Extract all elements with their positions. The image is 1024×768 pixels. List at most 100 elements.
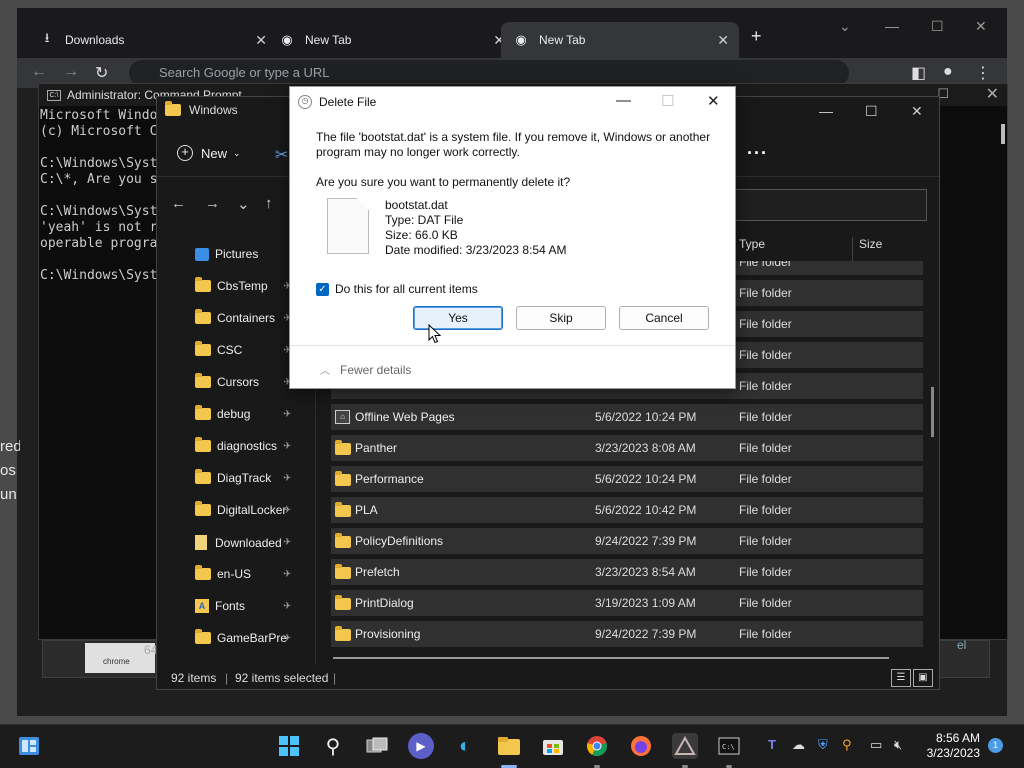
tab-strip: ⭳ Downloads ✕ ◉ New Tab ✕ ◉ New Tab ✕ + …	[17, 8, 1007, 58]
close-icon[interactable]: ✕	[911, 103, 923, 120]
pin-icon: ✈	[283, 504, 292, 516]
notification-badge[interactable]: 1	[988, 738, 1003, 753]
volume-muted-icon[interactable]: 🔇︎	[894, 737, 902, 753]
edge-icon[interactable]: ◐	[452, 733, 478, 759]
close-icon[interactable]: ✕	[986, 84, 999, 104]
app-icon[interactable]	[672, 733, 698, 759]
terminal-icon[interactable]: C:\	[716, 733, 742, 759]
recent-chevron-icon[interactable]: ⌄	[237, 195, 250, 213]
folder-icon	[195, 565, 211, 580]
minimize-icon[interactable]: —	[616, 92, 631, 109]
onedrive-icon[interactable]: ☁	[792, 737, 805, 753]
folder-icon	[195, 469, 211, 484]
firefox-icon[interactable]	[628, 733, 654, 759]
fewer-details-toggle[interactable]: ︿ Fewer details	[320, 362, 411, 378]
network-icon[interactable]: ▭	[870, 737, 882, 753]
pin-icon: ✈	[283, 632, 292, 644]
defender-icon[interactable]: ⛨	[818, 737, 828, 753]
magnifier-icon[interactable]: ⚲	[842, 737, 852, 753]
widgets-icon[interactable]	[16, 733, 42, 759]
cut-icon[interactable]: ✂	[275, 145, 288, 165]
profile-icon[interactable]: ●	[943, 63, 953, 81]
forward-icon[interactable]: →	[63, 63, 79, 81]
minimize-icon[interactable]: —	[819, 103, 833, 119]
explorer-title: Windows	[189, 103, 238, 117]
teams-chat-icon[interactable]: ▶	[408, 733, 434, 759]
cancel-button[interactable]: Cancel	[619, 306, 709, 330]
tab-new-tab[interactable]: ◉ New Tab ✕	[267, 22, 515, 58]
status-bar: 92 items | 92 items selected | ☰ ▣	[157, 667, 939, 689]
search-icon[interactable]: ⚲	[320, 733, 346, 759]
sidebar-item-diagtrack[interactable]: DiagTrack ✈	[195, 469, 307, 485]
chrome-icon[interactable]	[584, 733, 610, 759]
horizontal-scrollbar-thumb[interactable]	[333, 657, 889, 659]
file-type: File folder	[739, 410, 792, 424]
sidebar-item-en-us[interactable]: en-US ✈	[195, 565, 307, 581]
checkbox-checked-icon[interactable]: ✓	[316, 282, 329, 296]
menu-icon[interactable]: ⋮	[975, 63, 991, 83]
sidebar-item-gamebarpre[interactable]: GameBarPre ✈	[195, 629, 307, 645]
maximize-icon[interactable]: ☐	[931, 18, 944, 35]
vertical-scrollbar-thumb[interactable]	[931, 387, 934, 437]
taskbar-clock[interactable]: 8:56 AM 3/23/2023	[920, 731, 980, 761]
maximize-icon[interactable]: ☐	[865, 103, 878, 120]
cmd-icon: C:\	[47, 89, 61, 101]
file-type: File folder	[739, 441, 792, 455]
table-row[interactable]: ⌂ Offline Web Pages 5/6/2022 10:24 PM File …	[331, 404, 923, 430]
tab-downloads[interactable]: ⭳ Downloads ✕	[27, 22, 277, 58]
status-divider: |	[333, 671, 337, 685]
table-row[interactable]: Panther 3/23/2023 8:08 AM File folder	[331, 435, 923, 461]
column-separator[interactable]	[852, 237, 853, 263]
store-icon[interactable]	[540, 733, 566, 759]
tab-new-tab-active[interactable]: ◉ New Tab ✕	[501, 22, 739, 58]
column-header-type[interactable]: Type	[739, 237, 765, 251]
skip-button[interactable]: Skip	[516, 306, 606, 330]
new-tab-button[interactable]: +	[751, 26, 762, 47]
tab-search-icon[interactable]: ⌄	[839, 18, 851, 35]
details-view-icon[interactable]: ☰	[891, 669, 911, 687]
back-icon[interactable]: ←	[171, 195, 186, 212]
file-explorer-icon[interactable]	[496, 733, 522, 759]
start-icon[interactable]	[276, 733, 302, 759]
table-row[interactable]: Performance 5/6/2022 10:24 PM File folder	[331, 466, 923, 492]
close-icon[interactable]: ✕	[707, 92, 720, 110]
table-row[interactable]: PLA 5/6/2022 10:42 PM File folder	[331, 497, 923, 523]
sidebar-item-debug[interactable]: debug ✈	[195, 405, 307, 421]
dialog-divider	[290, 345, 735, 346]
file-date: 5/6/2022 10:42 PM	[595, 503, 697, 517]
table-row[interactable]: PolicyDefinitions 9/24/2022 7:39 PM File f…	[331, 528, 923, 554]
tiles-view-icon[interactable]: ▣	[913, 669, 933, 687]
close-icon[interactable]: ✕	[717, 32, 729, 49]
task-view-icon[interactable]	[364, 733, 390, 759]
minimize-icon[interactable]: —	[885, 18, 899, 34]
sidebar-item-fonts[interactable]: A Fonts ✈	[195, 599, 307, 613]
teams-tray-icon[interactable]: T	[768, 737, 776, 752]
file-type: Type: DAT File	[385, 213, 464, 227]
close-icon[interactable]: ✕	[975, 18, 987, 35]
table-row[interactable]: Prefetch 3/23/2023 8:54 AM File folder	[331, 559, 923, 585]
reload-icon[interactable]: ↻	[95, 63, 108, 83]
item-count: 92 items	[171, 671, 217, 685]
apply-to-all-checkbox-row[interactable]: ✓ Do this for all current items	[316, 282, 478, 296]
yes-button[interactable]: Yes	[413, 306, 503, 330]
table-row[interactable]: Provisioning 9/24/2022 7:39 PM File folder	[331, 621, 923, 647]
more-options-icon[interactable]: ···	[747, 143, 768, 164]
column-header-size[interactable]: Size	[859, 237, 882, 251]
file-type: File folder	[739, 472, 792, 486]
forward-icon[interactable]: →	[205, 195, 220, 212]
table-row[interactable]: PrintDialog 3/19/2023 1:09 AM File folder	[331, 590, 923, 616]
sidebar-item-downloaded[interactable]: Downloaded ✈	[195, 535, 307, 550]
up-icon[interactable]: ↑	[265, 195, 273, 212]
file-date: 3/19/2023 1:09 AM	[595, 596, 696, 610]
file-name: bootstat.dat	[385, 198, 448, 212]
scrollbar-thumb[interactable]	[1001, 124, 1005, 144]
maximize-icon: ☐	[661, 93, 675, 110]
sidebar-icon[interactable]: ◧	[911, 63, 926, 83]
pin-icon: ✈	[283, 600, 292, 612]
folder-icon	[195, 501, 211, 516]
close-icon[interactable]: ✕	[255, 32, 267, 49]
back-icon[interactable]: ←	[31, 63, 47, 81]
sidebar-item-digitallocker[interactable]: DigitalLocker ✈	[195, 501, 307, 517]
new-button[interactable]: + New ⌄	[177, 145, 241, 161]
sidebar-item-diagnostics[interactable]: diagnostics ✈	[195, 437, 307, 453]
